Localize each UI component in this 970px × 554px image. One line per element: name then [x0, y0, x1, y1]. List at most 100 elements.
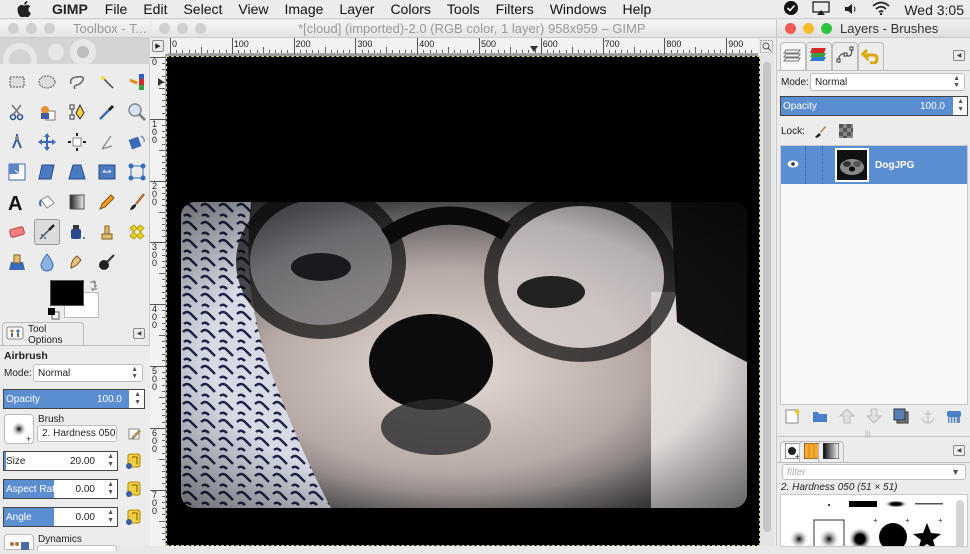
tool-smudge[interactable] [64, 249, 90, 275]
vertical-scrollbar[interactable] [760, 54, 774, 546]
tool-crop[interactable] [94, 129, 120, 155]
layer-mode-select[interactable]: Normal ▲ ▼ [810, 73, 965, 91]
tool-rect-select[interactable] [4, 69, 30, 95]
menu-edit[interactable]: Edit [143, 1, 167, 17]
reset-size-icon[interactable] [124, 452, 142, 473]
close-button[interactable] [785, 23, 796, 34]
tool-align[interactable] [64, 129, 90, 155]
swap-colors-icon[interactable] [88, 280, 99, 294]
anchor-layer-icon[interactable] [920, 408, 936, 427]
tool-eraser[interactable] [4, 219, 30, 245]
new-layer-icon[interactable] [785, 407, 802, 427]
pane-resize-handle[interactable]: ||| [865, 431, 870, 438]
tool-foreground-select[interactable] [34, 99, 60, 125]
minimize-button[interactable] [177, 23, 188, 34]
tool-airbrush[interactable] [34, 219, 60, 245]
layer-opacity-slider[interactable]: Opacity 100.0 ▲ ▼ [780, 96, 968, 116]
default-colors-icon[interactable] [48, 308, 60, 323]
menu-image[interactable]: Image [284, 1, 323, 17]
edit-brush-icon[interactable] [128, 427, 141, 443]
aspect-ratio-slider[interactable]: Aspect Ratio 0.00 ▲ ▼ [3, 479, 118, 499]
tool-blur-sharpen[interactable] [34, 249, 60, 275]
tool-color-picker[interactable] [94, 99, 120, 125]
tool-zoom[interactable] [124, 99, 150, 125]
tab-undo-history[interactable] [858, 42, 884, 70]
tool-cage-transform[interactable] [124, 159, 150, 185]
toolbox-titlebar[interactable]: Toolbox - T... [0, 20, 150, 38]
tool-blend[interactable] [64, 189, 90, 215]
visibility-eye-icon[interactable] [787, 159, 801, 171]
duplicate-layer-icon[interactable] [893, 408, 909, 427]
configure-tab-button[interactable]: ◀ [133, 328, 145, 339]
tool-fuzzy-select[interactable] [94, 69, 120, 95]
apple-menu-icon[interactable] [16, 1, 32, 17]
zoom-button[interactable] [821, 23, 832, 34]
new-layer-group-icon[interactable] [812, 408, 828, 427]
image-window-titlebar[interactable]: *[cloud] (imported)-2.0 (RGB color, 1 la… [151, 20, 776, 38]
vertical-ruler[interactable]: 0 100 200 300 400 500 600 700 [150, 54, 166, 546]
layer-name[interactable]: DogJPG [875, 160, 914, 171]
canvas-area[interactable] [166, 54, 760, 546]
size-slider[interactable]: Size 20.00 ▲ ▼ [3, 451, 118, 471]
tab-paths[interactable] [832, 42, 858, 70]
tool-rotate[interactable] [124, 129, 150, 155]
menu-layer[interactable]: Layer [339, 1, 374, 17]
opacity-slider[interactable]: Opacity 100.0 ▲ ▼ [3, 389, 145, 409]
tool-ellipse-select[interactable] [34, 69, 60, 95]
tab-gradients[interactable] [818, 441, 844, 463]
tool-shear[interactable] [34, 159, 60, 185]
image-menu-button[interactable]: ▶ [152, 40, 164, 52]
tool-scale[interactable] [4, 159, 30, 185]
airplay-icon[interactable] [812, 1, 830, 18]
configure-tab-button[interactable]: ◀ [953, 50, 965, 61]
tool-select-by-color[interactable] [124, 69, 150, 95]
tool-pencil[interactable] [94, 189, 120, 215]
tool-dodge-burn[interactable] [94, 249, 120, 275]
tool-paintbrush[interactable] [124, 189, 150, 215]
tool-bucket-fill[interactable] [34, 189, 60, 215]
mode-select[interactable]: Normal ▲ ▼ [33, 364, 143, 382]
configure-tab-button[interactable]: ◀ [953, 445, 965, 456]
raise-layer-icon[interactable] [838, 407, 856, 427]
tool-scissors-select[interactable] [4, 99, 30, 125]
minimize-button[interactable] [26, 23, 37, 34]
tool-text[interactable]: A [4, 189, 30, 215]
spin-arrows-icon[interactable]: ▲ ▼ [107, 453, 114, 469]
tool-clone[interactable] [94, 219, 120, 245]
tool-flip[interactable] [94, 159, 120, 185]
lower-layer-icon[interactable] [865, 408, 883, 427]
menu-app-gimp[interactable]: GIMP [52, 1, 88, 17]
tool-perspective-clone[interactable] [4, 249, 30, 275]
foreground-color-swatch[interactable] [50, 280, 84, 306]
spin-arrows-icon[interactable]: ▲ ▼ [107, 509, 114, 525]
reset-aspect-icon[interactable] [124, 480, 142, 501]
menu-help[interactable]: Help [623, 1, 652, 17]
brush-grid-scrollbar[interactable] [956, 500, 964, 546]
scrollbar-thumb[interactable] [763, 62, 771, 532]
wifi-icon[interactable] [872, 1, 890, 18]
checkmark-circle-icon[interactable] [784, 1, 799, 18]
brush-name-field[interactable]: 2. Hardness 050 [37, 425, 117, 442]
wilber-logo[interactable] [0, 38, 150, 64]
brush-filter-input[interactable]: filter ▼ [782, 464, 966, 480]
horizontal-ruler[interactable]: 0 100 200 300 400 500 600 700 800 900 [168, 38, 758, 54]
brush-preview-button[interactable]: + [4, 414, 34, 444]
tab-channels[interactable] [806, 42, 832, 70]
close-button[interactable] [8, 23, 19, 34]
tool-measure[interactable] [4, 129, 30, 155]
tool-paths[interactable] [64, 99, 90, 125]
spin-arrows-icon[interactable]: ▲ ▼ [107, 481, 114, 497]
menu-tools[interactable]: Tools [447, 1, 480, 17]
tab-tool-options[interactable]: Tool Options [2, 322, 84, 346]
zoom-button[interactable] [195, 23, 206, 34]
chain-toggle[interactable] [822, 146, 823, 184]
menu-windows[interactable]: Windows [550, 1, 607, 17]
layers-titlebar[interactable]: Layers - Brushes [776, 20, 970, 38]
tool-move[interactable] [34, 129, 60, 155]
menu-filters[interactable]: Filters [496, 1, 534, 17]
menu-view[interactable]: View [238, 1, 268, 17]
menu-colors[interactable]: Colors [390, 1, 430, 17]
zoom-button[interactable] [44, 23, 55, 34]
lock-alpha-icon[interactable] [839, 124, 853, 141]
reset-angle-icon[interactable] [124, 508, 142, 529]
